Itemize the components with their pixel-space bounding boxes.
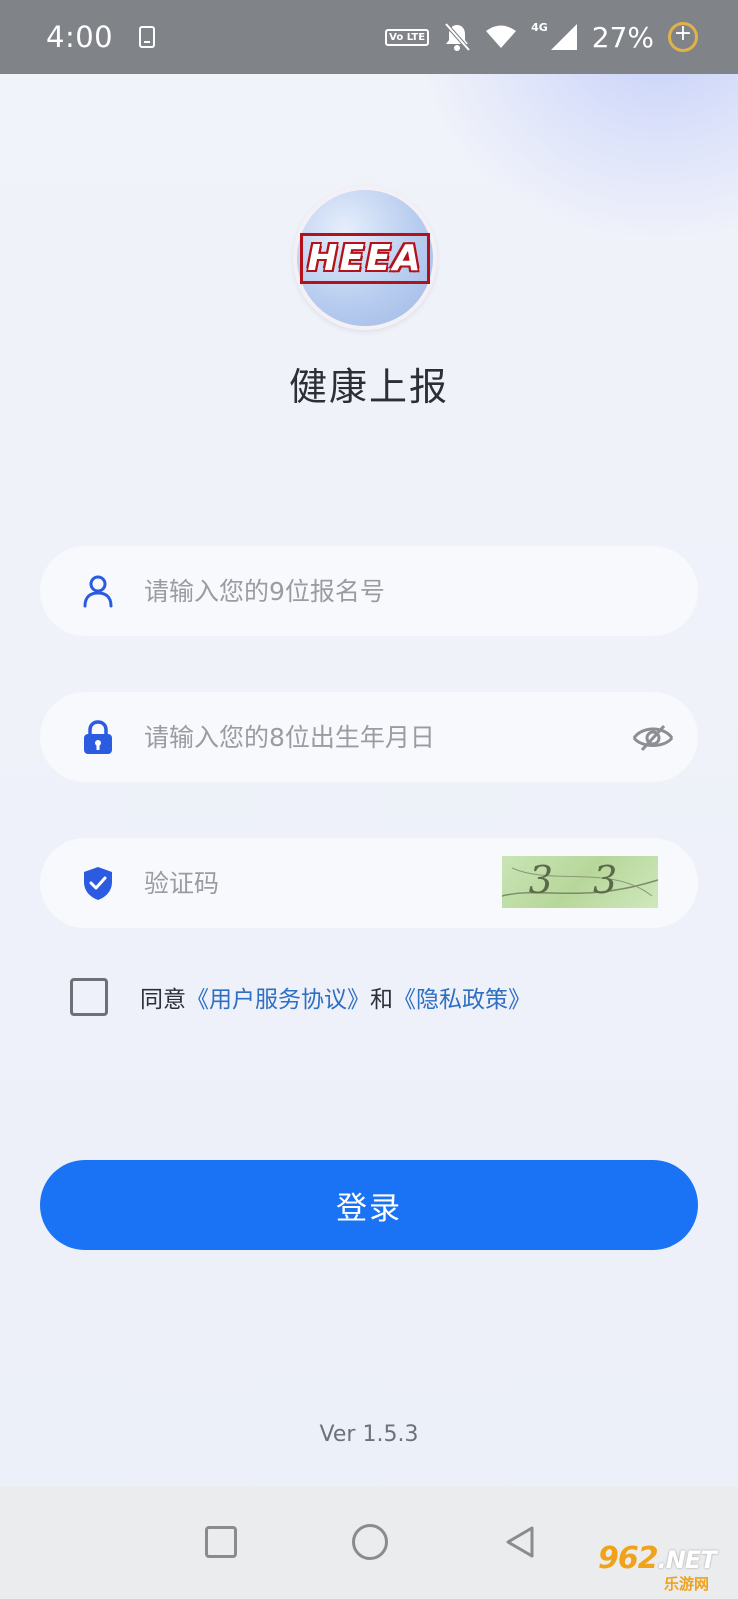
battery-percent: 27% (591, 20, 654, 54)
login-button[interactable]: 登录 (40, 1160, 698, 1250)
agreement-and: 和 (370, 987, 393, 1013)
network-4g-label: 4G (531, 20, 548, 34)
password-field (40, 692, 698, 782)
shield-check-icon (84, 867, 112, 900)
captcha-image[interactable]: 3 3 L E (502, 856, 658, 908)
watermark-logo: 962.NET 乐游网 (598, 1541, 732, 1593)
wifi-icon (486, 25, 517, 48)
watermark-main: 962.NET (598, 1541, 717, 1576)
home-button[interactable] (352, 1524, 388, 1560)
navigation-bar: 962.NET 乐游网 (0, 1486, 738, 1599)
captcha-field: 3 3 L E (40, 838, 698, 928)
logo-text: HEEA (300, 232, 430, 284)
download-icon (139, 26, 156, 48)
login-screen: 4:00 Vo LTE 4G 27% HEEA 健康上报 (0, 0, 738, 1599)
user-icon (83, 575, 113, 608)
agreement-text: 同意《用户服务协议》和《隐私政策》 (140, 980, 531, 1014)
privacy-policy-link[interactable]: 《隐私政策》 (393, 987, 531, 1013)
recent-apps-button[interactable] (205, 1526, 237, 1558)
version-label: Ver 1.5.3 (319, 1422, 419, 1447)
app-logo: HEEA (293, 186, 437, 330)
signal-icon (550, 24, 577, 50)
app-title: 健康上报 (288, 365, 449, 409)
id-input[interactable] (144, 566, 564, 616)
status-icons: Vo LTE 4G 27% (385, 21, 698, 54)
captcha-text: 3 3 L E (526, 858, 632, 908)
captcha-input[interactable] (144, 858, 474, 908)
battery-saver-icon (668, 21, 698, 52)
id-field (40, 546, 698, 636)
service-agreement-link[interactable]: 《用户服务协议》 (186, 987, 370, 1013)
agreement-row: 同意《用户服务协议》和《隐私政策》 (70, 978, 531, 1016)
watermark-sub: 乐游网 (664, 1575, 710, 1593)
lock-icon (84, 720, 112, 754)
agreement-checkbox[interactable] (70, 978, 108, 1016)
agreement-prefix: 同意 (140, 987, 186, 1013)
status-time: 4:00 (46, 20, 114, 54)
volte-badge: Vo LTE (385, 28, 430, 46)
back-button[interactable] (502, 1524, 538, 1560)
bell-off-icon (444, 22, 471, 52)
eye-toggle-icon[interactable] (632, 720, 674, 754)
status-bar: 4:00 Vo LTE 4G 27% (0, 0, 738, 74)
watermark-number: 962 (598, 1541, 659, 1576)
password-input[interactable] (144, 712, 564, 762)
watermark-suffix: .NET (657, 1546, 717, 1574)
